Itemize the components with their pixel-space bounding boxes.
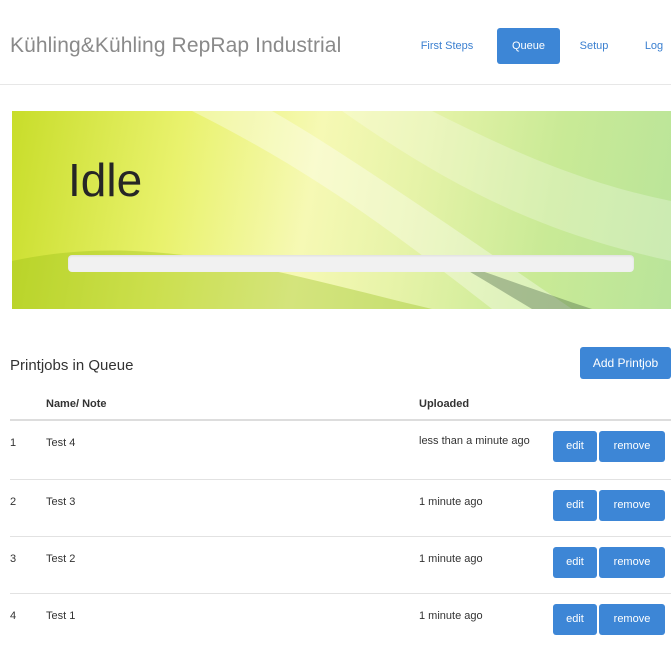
column-header-uploaded: Uploaded	[419, 388, 553, 421]
queue-section-title: Printjobs in Queue	[10, 357, 134, 374]
brand-title[interactable]: Kühling&Kühling RepRap Industrial	[10, 34, 341, 58]
table-row: 1 Test 4 less than a minute ago edit remo…	[10, 419, 671, 479]
row-name: Test 4	[46, 437, 76, 449]
table-header-row: Name/ Note Uploaded	[10, 388, 671, 421]
row-index: 1	[10, 437, 17, 449]
remove-button[interactable]: remove	[599, 546, 665, 578]
print-progress-bar	[68, 255, 634, 272]
row-name: Test 1	[46, 609, 76, 622]
row-uploaded: 1 minute ago	[419, 552, 483, 565]
column-header-actions	[553, 388, 671, 421]
nav-log[interactable]: Log	[638, 28, 670, 64]
row-index: 3	[10, 552, 17, 565]
printer-status-title: Idle	[68, 154, 143, 206]
row-name: Test 3	[46, 495, 76, 508]
status-banner: Idle	[12, 111, 671, 309]
edit-button[interactable]: edit	[553, 431, 597, 462]
row-uploaded: less than a minute ago	[419, 435, 530, 447]
remove-button[interactable]: remove	[599, 603, 665, 635]
column-header-name: Name/ Note	[46, 388, 419, 421]
banner-background	[12, 111, 671, 309]
row-name: Test 2	[46, 552, 76, 565]
edit-button[interactable]: edit	[553, 489, 597, 521]
edit-button[interactable]: edit	[553, 603, 597, 635]
row-index: 4	[10, 609, 17, 622]
nav-first-steps[interactable]: First Steps	[408, 28, 486, 64]
edit-button[interactable]: edit	[553, 546, 597, 578]
add-printjob-button[interactable]: Add Printjob	[580, 347, 671, 379]
remove-button[interactable]: remove	[599, 431, 665, 462]
row-index: 2	[10, 495, 17, 508]
table-row: 3 Test 2 1 minute ago edit remove	[10, 535, 671, 593]
remove-button[interactable]: remove	[599, 489, 665, 521]
nav-queue[interactable]: Queue	[497, 28, 560, 64]
top-navbar: Kühling&Kühling RepRap Industrial First …	[0, 0, 671, 85]
table-row: 2 Test 3 1 minute ago edit remove	[10, 478, 671, 536]
row-uploaded: 1 minute ago	[419, 609, 483, 622]
nav-setup[interactable]: Setup	[571, 28, 617, 64]
column-header-index	[10, 388, 46, 421]
printjob-table: Name/ Note Uploaded 1 Test 4 less than a…	[10, 388, 671, 650]
row-uploaded: 1 minute ago	[419, 495, 483, 508]
table-row: 4 Test 1 1 minute ago edit remove	[10, 592, 671, 650]
